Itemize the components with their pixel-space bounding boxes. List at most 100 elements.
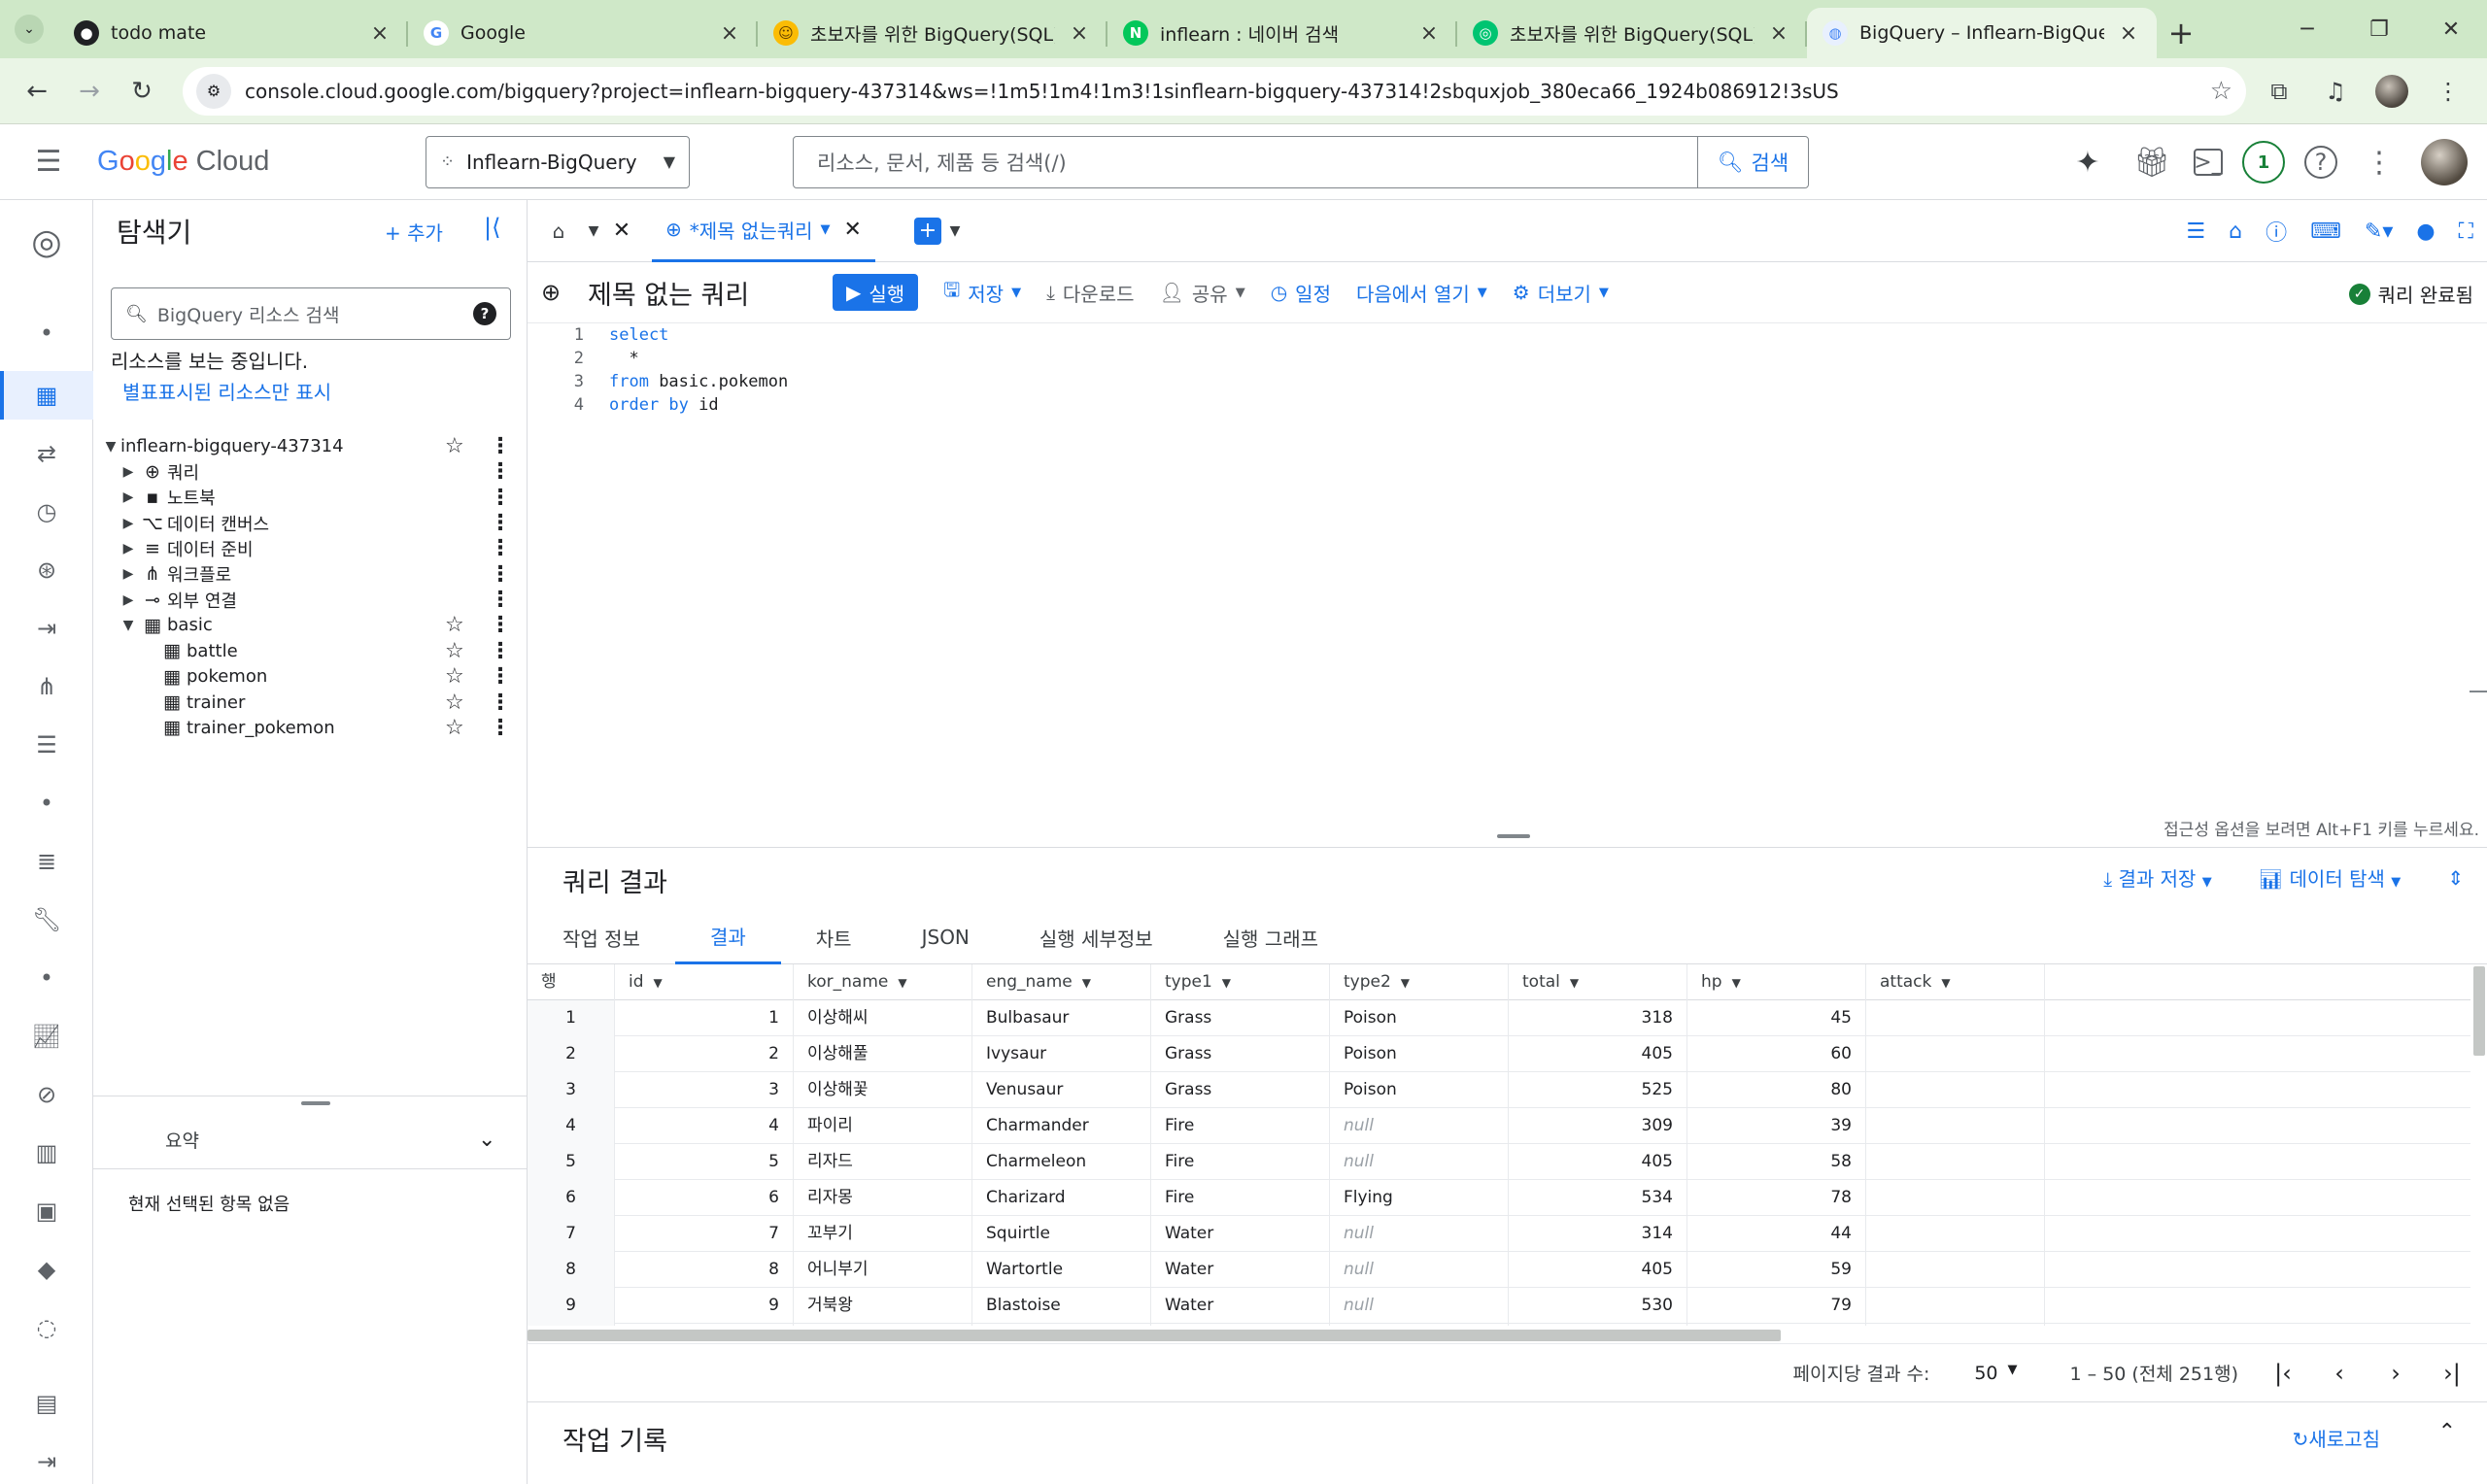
bigquery-logo-icon[interactable]: ◎ bbox=[0, 206, 93, 278]
table-cell[interactable]: null bbox=[1330, 1252, 1509, 1288]
results-tab[interactable]: 실행 그래프 bbox=[1188, 910, 1353, 964]
table-cell[interactable] bbox=[1866, 1108, 2045, 1144]
run-button[interactable]: ▶ 실행 bbox=[833, 274, 919, 311]
chevron-up-icon[interactable]: ⌃ bbox=[2438, 1420, 2456, 1444]
refresh-button[interactable]: ↻새로고침 bbox=[2293, 1424, 2380, 1452]
list-icon[interactable]: ☰ bbox=[2186, 219, 2205, 244]
column-header[interactable]: eng_name ▼ bbox=[972, 964, 1151, 1000]
column-header[interactable]: attack ▼ bbox=[1866, 964, 2045, 1000]
table-cell[interactable]: 44 bbox=[1687, 1216, 1866, 1252]
download-button[interactable]: ⤓ 다운로드 bbox=[1046, 279, 1134, 307]
explorer-search[interactable]: 🔍︎ BigQuery 리소스 검색 ? bbox=[111, 287, 511, 340]
table-cell[interactable]: 5 bbox=[528, 1144, 615, 1180]
cloud-shell-icon[interactable]: >_ bbox=[2194, 149, 2223, 176]
chat-icon[interactable]: ◌ bbox=[0, 1303, 93, 1352]
share-button[interactable]: 👤︎ 공유 ▼ bbox=[1160, 279, 1245, 307]
table-cell[interactable]: Charmeleon bbox=[972, 1144, 1151, 1180]
profile-avatar[interactable] bbox=[2368, 68, 2415, 115]
dashboard-icon[interactable]: ▥ bbox=[0, 1129, 93, 1177]
project-selector[interactable]: ⁘ Inflearn-BigQuery ▼ bbox=[426, 135, 690, 188]
save-button[interactable]: 🖫︎ 저장 ▼ bbox=[943, 276, 1021, 309]
table-row[interactable]: 7 7 꼬부기 Squirtle Water null 314 44 bbox=[528, 1216, 2470, 1252]
lightbulb-icon[interactable]: ● bbox=[2416, 219, 2435, 244]
table-row[interactable]: 1010캐터피CaterpieBugnull19545 bbox=[528, 1324, 2470, 1326]
table-cell[interactable]: Water bbox=[1151, 1216, 1330, 1252]
table-cell[interactable]: Squirtle bbox=[972, 1216, 1151, 1252]
save-results-button[interactable]: ⤓ 결과 저장 ▼ bbox=[2103, 863, 2212, 892]
transfers-icon[interactable]: ⇄ bbox=[0, 429, 93, 478]
table-row[interactable]: 4 4 파이리 Charmander Fire null 309 39 bbox=[528, 1108, 2470, 1144]
home-icon[interactable]: ⌂ bbox=[2229, 219, 2242, 244]
column-header[interactable]: type2 ▼ bbox=[1330, 964, 1509, 1000]
pipelines-icon[interactable]: ⋔ bbox=[0, 662, 93, 711]
info-icon[interactable]: ⓘ bbox=[2266, 216, 2287, 247]
gift-icon[interactable]: 🎁︎ bbox=[2129, 140, 2174, 185]
table-cell[interactable]: 80 bbox=[1687, 1072, 1866, 1108]
magic-wand-icon[interactable]: ✎▾ bbox=[2365, 219, 2393, 244]
table-cell[interactable]: Poison bbox=[1330, 1000, 1509, 1036]
table-cell[interactable]: 9 bbox=[615, 1288, 794, 1324]
table-cell[interactable]: 리자드 bbox=[794, 1144, 972, 1180]
bi-engine-icon[interactable]: 📈︎ bbox=[0, 1012, 93, 1061]
code-line[interactable]: * bbox=[609, 347, 788, 370]
table-cell[interactable]: 59 bbox=[1687, 1252, 1866, 1288]
table-cell[interactable]: Wartortle bbox=[972, 1252, 1151, 1288]
sort-caret-icon[interactable]: ▼ bbox=[1401, 976, 1410, 990]
table-cell[interactable]: Flying bbox=[1330, 1180, 1509, 1216]
explorer-search-input[interactable]: BigQuery 리소스 검색 bbox=[157, 301, 463, 327]
table-cell[interactable]: null bbox=[1330, 1108, 1509, 1144]
extensions-icon[interactable]: ⧉ bbox=[2256, 68, 2302, 115]
tab-untitled-query[interactable]: ⊕ *제목 없는쿼리 ▼ ✕ bbox=[652, 200, 875, 262]
hamburger-menu-icon[interactable]: ☰ bbox=[0, 124, 97, 200]
open-in-button[interactable]: 다음에서 열기 ▼ bbox=[1356, 279, 1487, 307]
add-data-button[interactable]: + 추가 bbox=[385, 218, 443, 246]
table-grid-icon[interactable]: ▣ bbox=[0, 1187, 93, 1235]
new-tab-button[interactable]: + bbox=[2157, 8, 2205, 58]
column-header[interactable]: total ▼ bbox=[1509, 964, 1687, 1000]
table-cell[interactable]: null bbox=[1330, 1288, 1509, 1324]
table-row[interactable]: 3 3 이상해꽃 Venusaur Grass Poison 525 80 bbox=[528, 1072, 2470, 1108]
keyboard-icon[interactable]: ⌨ bbox=[2310, 219, 2341, 244]
last-page-icon[interactable]: ›| bbox=[2440, 1360, 2464, 1387]
back-icon[interactable]: ← bbox=[16, 70, 58, 113]
table-row[interactable]: 9 9 거북왕 Blastoise Water null 530 79 bbox=[528, 1288, 2470, 1324]
help-icon[interactable]: ? bbox=[2304, 146, 2337, 179]
table-cell[interactable]: 이상해풀 bbox=[794, 1036, 972, 1072]
diamond-icon[interactable]: ◆ bbox=[0, 1245, 93, 1294]
history-icon[interactable]: ◷ bbox=[0, 488, 93, 536]
table-cell[interactable]: 2 bbox=[615, 1036, 794, 1072]
sort-caret-icon[interactable]: ▼ bbox=[898, 976, 906, 990]
gemini-sparkle-icon[interactable]: ✦ bbox=[2065, 140, 2110, 185]
console-search-input[interactable]: 리소스, 문서, 제품 등 검색(/) bbox=[794, 148, 1697, 177]
column-header[interactable]: type1 ▼ bbox=[1151, 964, 1330, 1000]
caret-down-icon[interactable]: ▼ bbox=[821, 222, 831, 237]
table-cell[interactable]: 4 bbox=[528, 1108, 615, 1144]
table-cell[interactable]: Poison bbox=[1330, 1036, 1509, 1072]
sort-caret-icon[interactable]: ▼ bbox=[654, 976, 663, 990]
explore-compass-icon[interactable]: ⊘ bbox=[0, 1070, 93, 1119]
close-tab-icon[interactable]: ✕ bbox=[844, 218, 862, 242]
close-tab-icon[interactable]: × bbox=[1067, 20, 1092, 46]
explore-data-button[interactable]: 📊︎ 데이터 탐색 ▼ bbox=[2259, 863, 2401, 892]
monitoring-icon[interactable]: ≣ bbox=[0, 837, 93, 886]
table-cell[interactable]: Ivysaur bbox=[972, 1036, 1151, 1072]
table-cell[interactable]: Bug bbox=[1151, 1324, 1330, 1326]
table-row[interactable]: 8 8 어니부기 Wartortle Water null 405 59 bbox=[528, 1252, 2470, 1288]
table-cell[interactable] bbox=[1866, 1288, 2045, 1324]
site-info-icon[interactable]: ⚙ bbox=[196, 73, 231, 109]
table-cell[interactable]: 리자몽 bbox=[794, 1180, 972, 1216]
collapse-panel-icon[interactable]: |⟨ bbox=[484, 214, 500, 241]
more-vert-icon[interactable]: ⋮ bbox=[490, 716, 511, 740]
table-cell[interactable]: 6 bbox=[615, 1180, 794, 1216]
code-line[interactable]: from basic.pokemon bbox=[609, 370, 788, 393]
table-cell[interactable]: Fire bbox=[1151, 1144, 1330, 1180]
results-tab[interactable]: 차트 bbox=[781, 910, 887, 964]
sort-caret-icon[interactable]: ▼ bbox=[1732, 976, 1741, 990]
table-cell[interactable]: 4 bbox=[615, 1108, 794, 1144]
close-window-icon[interactable]: ✕ bbox=[2415, 0, 2487, 58]
table-cell[interactable]: 79 bbox=[1687, 1288, 1866, 1324]
results-tab[interactable]: 결과 bbox=[674, 910, 781, 964]
reload-icon[interactable]: ↻ bbox=[120, 70, 163, 113]
prev-page-icon[interactable]: ‹ bbox=[2328, 1360, 2351, 1387]
table-row[interactable]: 2 2 이상해풀 Ivysaur Grass Poison 405 60 bbox=[528, 1036, 2470, 1072]
